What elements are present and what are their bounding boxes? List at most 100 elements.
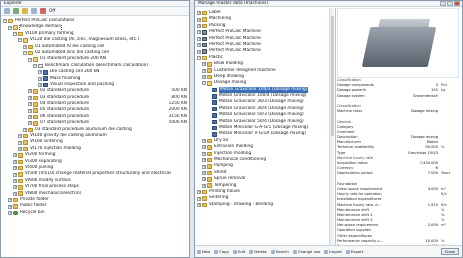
expand-toggle[interactable]: + — [197, 17, 201, 22]
expand-toggle[interactable]: + — [23, 44, 27, 49]
expand-toggle[interactable]: + — [13, 185, 17, 190]
cube-icon — [43, 82, 48, 88]
expand-toggle[interactable]: + — [13, 178, 17, 183]
folder-icon — [207, 145, 212, 150]
refresh-icon[interactable] — [4, 8, 10, 14]
folder-icon — [33, 114, 38, 120]
expand-toggle — [207, 133, 211, 137]
cube-icon — [212, 113, 217, 118]
import-icon — [324, 249, 329, 254]
filter-off-toggle[interactable]: Off — [49, 9, 55, 14]
filter-icon[interactable] — [13, 8, 19, 14]
expand-toggle[interactable]: + — [13, 153, 17, 158]
copy-button[interactable]: Copy — [214, 249, 229, 254]
expand-toggle[interactable]: + — [13, 166, 17, 171]
folder-icon — [207, 74, 212, 80]
search-icon[interactable] — [31, 8, 37, 14]
expand-toggle[interactable]: + — [202, 177, 206, 182]
expand-toggle[interactable]: + — [202, 164, 206, 169]
new-button[interactable]: New — [197, 249, 210, 254]
cube-icon — [212, 87, 217, 93]
recycle-icon — [13, 210, 18, 216]
collapse-toggle[interactable]: − — [197, 55, 201, 60]
close-button[interactable]: Close — [440, 248, 459, 255]
minimize-button[interactable] — [440, 1, 446, 6]
maximize-button[interactable] — [447, 1, 453, 6]
tree-node[interactable]: + Recycle bin — [3, 210, 189, 216]
expand-toggle[interactable]: + — [202, 183, 206, 188]
expand-toggle[interactable]: + — [28, 95, 32, 100]
tree-scrollbar[interactable] — [329, 8, 334, 246]
collapse-toggle[interactable]: − — [28, 57, 32, 62]
expand-toggle[interactable]: + — [202, 170, 206, 175]
new-button-label: New — [202, 249, 211, 254]
folder-icon — [13, 204, 18, 209]
expand-toggle[interactable]: + — [28, 89, 32, 94]
expand-toggle[interactable]: + — [202, 158, 206, 163]
expand-toggle[interactable]: + — [197, 43, 201, 48]
close-window-button[interactable] — [454, 1, 460, 6]
calc-icon — [38, 63, 43, 69]
expand-toggle[interactable]: + — [38, 76, 42, 81]
change-use-button[interactable]: Change use — [292, 249, 320, 254]
folder-icon — [207, 151, 212, 157]
folder-icon[interactable] — [22, 8, 28, 14]
expand-toggle[interactable]: + — [197, 202, 201, 207]
collapse-toggle[interactable]: − — [23, 51, 27, 56]
expand-toggle[interactable]: + — [38, 83, 42, 88]
collapse-toggle[interactable]: − — [13, 31, 17, 36]
folder-icon — [202, 23, 207, 29]
expand-toggle[interactable]: + — [197, 196, 201, 201]
delete-button[interactable]: Delete — [249, 249, 267, 254]
expand-toggle[interactable]: + — [13, 172, 17, 177]
expand-toggle[interactable]: + — [28, 121, 32, 126]
expand-toggle[interactable]: + — [202, 145, 206, 150]
expand-toggle[interactable]: + — [197, 36, 201, 41]
tree-node[interactable]: + Stamping - drawing - bending — [197, 202, 328, 208]
expand-toggle[interactable]: + — [28, 108, 32, 113]
expand-toggle[interactable]: + — [28, 115, 32, 120]
folder-open-icon — [202, 55, 207, 61]
expand-toggle[interactable]: + — [28, 102, 32, 107]
folder-icon — [28, 44, 33, 49]
expand-toggle[interactable]: + — [23, 127, 27, 132]
collapse-toggle[interactable]: − — [3, 19, 7, 24]
expand-toggle[interactable]: + — [8, 198, 12, 203]
expand-toggle[interactable]: + — [202, 75, 206, 80]
collapse-toggle[interactable]: − — [8, 25, 12, 30]
expand-toggle[interactable]: + — [197, 11, 201, 16]
folder-icon — [18, 165, 23, 171]
expand-toggle[interactable]: + — [202, 151, 206, 156]
search-icon — [270, 249, 275, 254]
expand-toggle[interactable]: + — [202, 68, 206, 73]
expand-toggle[interactable]: + — [38, 70, 42, 75]
folder-icon — [33, 95, 38, 101]
search-button[interactable]: Search — [270, 249, 289, 254]
delete-button-label: Delete — [254, 249, 267, 254]
expand-toggle[interactable]: + — [8, 204, 12, 209]
collapse-toggle[interactable]: − — [18, 38, 22, 43]
expand-toggle[interactable]: + — [202, 62, 206, 67]
expand-toggle[interactable]: + — [18, 147, 22, 151]
expand-toggle[interactable]: + — [197, 190, 201, 195]
export-button[interactable]: Export — [345, 249, 363, 254]
scrollbar-thumb[interactable] — [330, 16, 334, 136]
expand-toggle[interactable]: + — [197, 23, 201, 28]
folder-icon — [207, 164, 212, 169]
expand-toggle[interactable]: + — [197, 30, 201, 35]
expand-toggle[interactable]: + — [13, 191, 17, 196]
flag-icon[interactable] — [40, 8, 46, 14]
pane-splitter[interactable] — [335, 8, 336, 246]
expand-toggle[interactable]: + — [13, 159, 17, 164]
expand-toggle[interactable]: + — [18, 134, 22, 139]
folder-icon — [23, 133, 28, 139]
import-button[interactable]: Import — [324, 249, 342, 254]
edit-button[interactable]: Edit — [232, 249, 245, 254]
expand-toggle[interactable]: + — [8, 210, 12, 215]
collapse-toggle[interactable]: − — [33, 63, 37, 68]
expand-toggle[interactable]: + — [202, 139, 206, 143]
expand-toggle[interactable]: + — [18, 140, 22, 145]
expand-toggle[interactable]: + — [197, 49, 201, 54]
collapse-toggle[interactable]: − — [202, 81, 206, 86]
folder-icon — [23, 146, 28, 152]
